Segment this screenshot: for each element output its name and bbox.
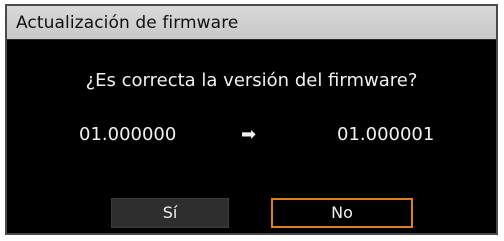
confirmation-question: ¿Es correcta la versión del firmware?: [85, 70, 418, 91]
firmware-update-dialog: Actualización de firmware ¿Es correcta l…: [5, 4, 498, 235]
current-version: 01.000000: [79, 124, 177, 145]
right-arrow-icon: ➡: [241, 124, 257, 145]
dialog-title: Actualización de firmware: [16, 13, 239, 33]
dialog-titlebar: Actualización de firmware: [7, 6, 496, 40]
yes-button[interactable]: Sí: [111, 198, 229, 228]
new-version: 01.000001: [337, 124, 435, 145]
no-button[interactable]: No: [271, 198, 413, 228]
version-row: 01.000000 ➡ 01.000001: [7, 124, 496, 148]
